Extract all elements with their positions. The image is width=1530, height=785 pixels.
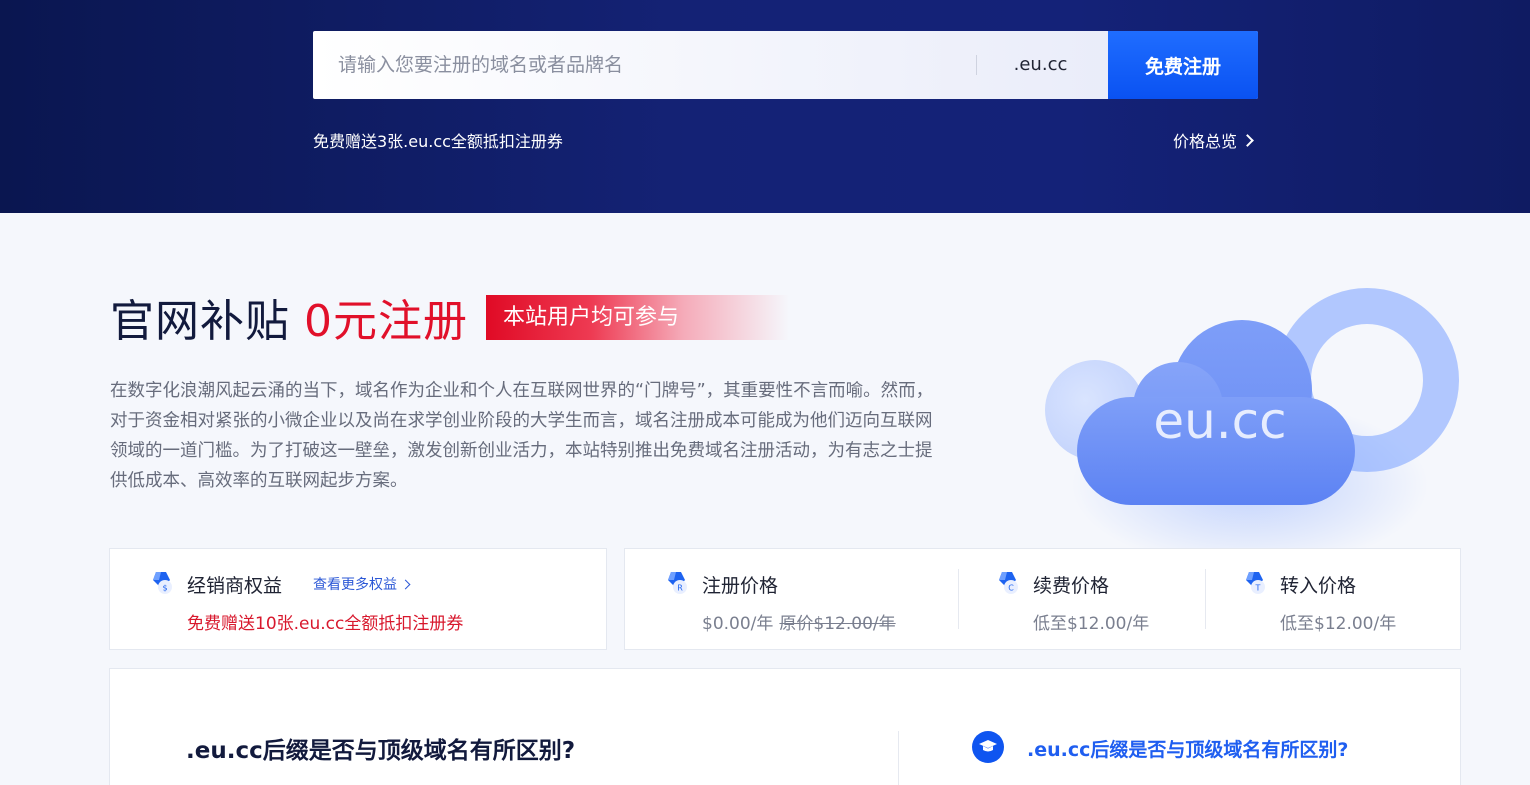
price-overview-label: 价格总览 <box>1172 132 1237 151</box>
renew-price-title: 续费价格 <box>1033 575 1110 597</box>
svg-text:R: R <box>677 584 683 593</box>
hero-promo-text: 免费赠送3张.eu.cc全额抵扣注册券 <box>313 132 563 151</box>
faq-question: .eu.cc后缀是否与顶级域名有所区别? <box>186 738 576 764</box>
gem-icon: C <box>994 571 1020 595</box>
page-title: 官网补贴 0元注册 本站用户均可参与 <box>110 285 790 349</box>
price-overview-link[interactable]: 价格总览 <box>1172 128 1254 152</box>
renew-price-value: 低至$12.00/年 <box>1033 614 1150 634</box>
transfer-price-value: 低至$12.00/年 <box>1280 614 1397 634</box>
illustration-domain-text: eu.cc <box>1153 392 1287 450</box>
gem-icon: $ <box>148 571 174 595</box>
cloud-illustration: eu.cc <box>1030 280 1490 570</box>
svg-text:T: T <box>1255 584 1261 593</box>
chevron-right-icon <box>1241 133 1254 147</box>
register-price-value: $0.00/年 原价$12.00/年 <box>702 609 896 634</box>
free-register-button[interactable]: 免费注册 <box>1108 31 1258 99</box>
chevron-right-icon <box>400 579 411 589</box>
gem-icon: T <box>1241 571 1267 595</box>
domain-search-input[interactable] <box>313 31 973 99</box>
dealer-promo-text: 免费赠送10张.eu.cc全额抵扣注册券 <box>187 614 464 634</box>
register-price-title: 注册价格 <box>702 575 779 597</box>
svg-text:$: $ <box>162 584 167 593</box>
gem-icon: R <box>663 571 689 595</box>
price-divider <box>958 569 959 629</box>
domain-search-box: .eu.cc 免费注册 <box>313 31 1258 99</box>
more-benefits-label: 查看更多权益 <box>313 577 397 593</box>
suffix-divider <box>976 55 977 75</box>
register-price-current: $0.00/年 <box>702 614 774 634</box>
title-main: 官网补贴 <box>110 296 290 347</box>
eligibility-tag: 本站用户均可参与 <box>486 294 790 340</box>
faq-divider <box>898 731 899 785</box>
transfer-price-title: 转入价格 <box>1280 575 1357 597</box>
svg-text:C: C <box>1008 584 1014 593</box>
more-benefits-link[interactable]: 查看更多权益 <box>313 574 411 594</box>
dealer-benefits-title: 经销商权益 <box>187 575 283 597</box>
graduation-cap-icon <box>972 731 1004 763</box>
title-highlight: 0元注册 <box>304 296 468 347</box>
register-price-original: 原价$12.00/年 <box>779 614 896 634</box>
hero-banner: .eu.cc 免费注册 免费赠送3张.eu.cc全额抵扣注册券 价格总览 <box>0 0 1530 213</box>
dealer-benefits-card: $ 经销商权益 查看更多权益 免费赠送10张.eu.cc全额抵扣注册券 <box>109 548 607 650</box>
intro-description: 在数字化浪潮风起云涌的当下，域名作为企业和个人在互联网世界的“门牌号”，其重要性… <box>110 381 934 491</box>
faq-panel: .eu.cc后缀是否与顶级域名有所区别? .eu.cc后缀是否与顶级域名有所区别… <box>109 668 1461 785</box>
domain-suffix-selector[interactable]: .eu.cc <box>993 31 1088 99</box>
faq-question-link[interactable]: .eu.cc后缀是否与顶级域名有所区别? <box>1027 735 1348 762</box>
price-divider <box>1205 569 1206 629</box>
price-card: R 注册价格 $0.00/年 原价$12.00/年 C 续费价格 低至$12.00… <box>624 548 1461 650</box>
